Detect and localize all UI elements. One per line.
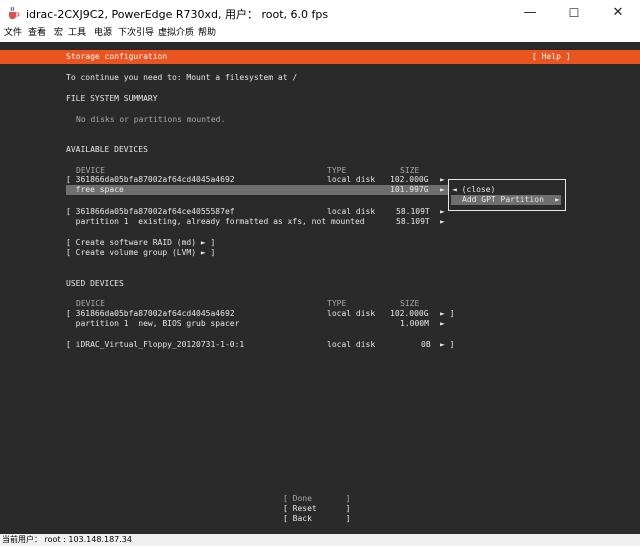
help-button[interactable]: [ Help ] [532, 50, 571, 64]
row-arrow-icon[interactable]: ► [440, 217, 445, 227]
row-arrow-icon[interactable]: ► ] [440, 340, 454, 350]
page-title: Storage configuration [66, 52, 168, 61]
menu-tools[interactable]: 工具 [68, 26, 86, 40]
used-col-type: TYPE [327, 299, 347, 308]
partition-size: 58.109T [396, 217, 430, 226]
used-col-size: SIZE [400, 299, 420, 308]
status-bar: 当前用户： root : 103.148.187.34 [0, 534, 640, 546]
popup-add-gpt-partition[interactable]: Add GPT Partition [462, 195, 544, 205]
maximize-button[interactable]: ☐ [552, 0, 596, 26]
free-space-row[interactable]: free space [66, 185, 124, 195]
menu-virtual-media[interactable]: 虚拟介质 [158, 26, 194, 40]
minimize-button[interactable]: — [508, 0, 552, 26]
fs-summary-empty: No disks or partitions mounted. [76, 115, 226, 124]
used-row-size: 102.000G [390, 309, 429, 318]
menu-view[interactable]: 查看 [28, 26, 46, 40]
used-row-type: local disk [327, 340, 376, 349]
java-cup-icon [9, 6, 20, 19]
menu-help[interactable]: 帮助 [198, 26, 216, 40]
used-row-device[interactable]: [ iDRAC_Virtual_Floppy_20120731-1-0:1 [66, 340, 244, 350]
menu-next-boot[interactable]: 下次引导 [118, 26, 154, 40]
create-lvm-button[interactable]: [ Create volume group (LVM) ► ] [66, 248, 215, 258]
menu-bar: 文件 查看 宏 工具 电源 下次引导 虚拟介质 帮助 [0, 26, 640, 40]
status-text: 当前用户： root : 103.148.187.34 [2, 535, 132, 544]
used-col-device: DEVICE [76, 299, 105, 308]
available-row-type: local disk [327, 207, 376, 216]
row-arrow-icon[interactable]: ► [440, 185, 445, 195]
free-space-size: 101.997G [390, 185, 429, 194]
menu-macro[interactable]: 宏 [54, 26, 63, 40]
popup-close-item[interactable]: ◄ (close) [452, 185, 495, 195]
back-button[interactable]: [ Back ] [283, 514, 350, 524]
create-raid-button[interactable]: [ Create software RAID (md) ► ] [66, 238, 215, 248]
menu-file[interactable]: 文件 [4, 26, 22, 40]
menu-power[interactable]: 电源 [94, 26, 112, 40]
available-row-device[interactable]: [ 361866da05bfa87002af64cd4045a4692 [66, 175, 235, 185]
row-arrow-icon[interactable]: ► [440, 175, 445, 185]
popup-arrow-icon: ► [555, 195, 560, 204]
used-row-size: 0B [421, 340, 431, 349]
close-button[interactable]: ✕ [596, 0, 640, 26]
partition-row[interactable]: partition 1 existing, already formatted … [66, 217, 365, 227]
row-arrow-icon[interactable]: ► [440, 207, 445, 217]
available-row-size: 102.000G [390, 175, 429, 184]
fs-summary-heading: FILE SYSTEM SUMMARY [66, 94, 158, 103]
reset-button[interactable]: [ Reset ] [283, 504, 350, 514]
row-arrow-icon[interactable]: ► [440, 319, 445, 329]
device-action-popup: ◄ (close) Add GPT Partition ► [448, 179, 566, 211]
window-title: idrac-2CXJ9C2, PowerEdge R730xd, 用户： roo… [26, 8, 329, 21]
available-heading: AVAILABLE DEVICES [66, 145, 148, 154]
used-row-device[interactable]: [ 361866da05bfa87002af64cd4045a4692 [66, 309, 235, 319]
available-row-type: local disk [327, 175, 376, 184]
window-titlebar: idrac-2CXJ9C2, PowerEdge R730xd, 用户： roo… [0, 0, 640, 26]
done-button[interactable]: [ Done ] [283, 494, 350, 504]
used-partition-row[interactable]: partition 1 new, BIOS grub spacer [66, 319, 240, 329]
used-heading: USED DEVICES [66, 279, 124, 288]
installer-header: Storage configuration [ Help ] [0, 50, 640, 64]
available-row-size: 58.109T [396, 207, 430, 216]
used-row-type: local disk [327, 309, 376, 318]
console-screen[interactable]: Storage configuration [ Help ] To contin… [0, 42, 640, 534]
row-arrow-icon[interactable]: ► ] [440, 309, 454, 319]
available-row-device[interactable]: [ 361866da05bfa87002af64ce4055587ef [66, 207, 235, 217]
instruction-text: To continue you need to: Mount a filesys… [66, 73, 298, 82]
used-partition-size: 1.000M [400, 319, 429, 328]
